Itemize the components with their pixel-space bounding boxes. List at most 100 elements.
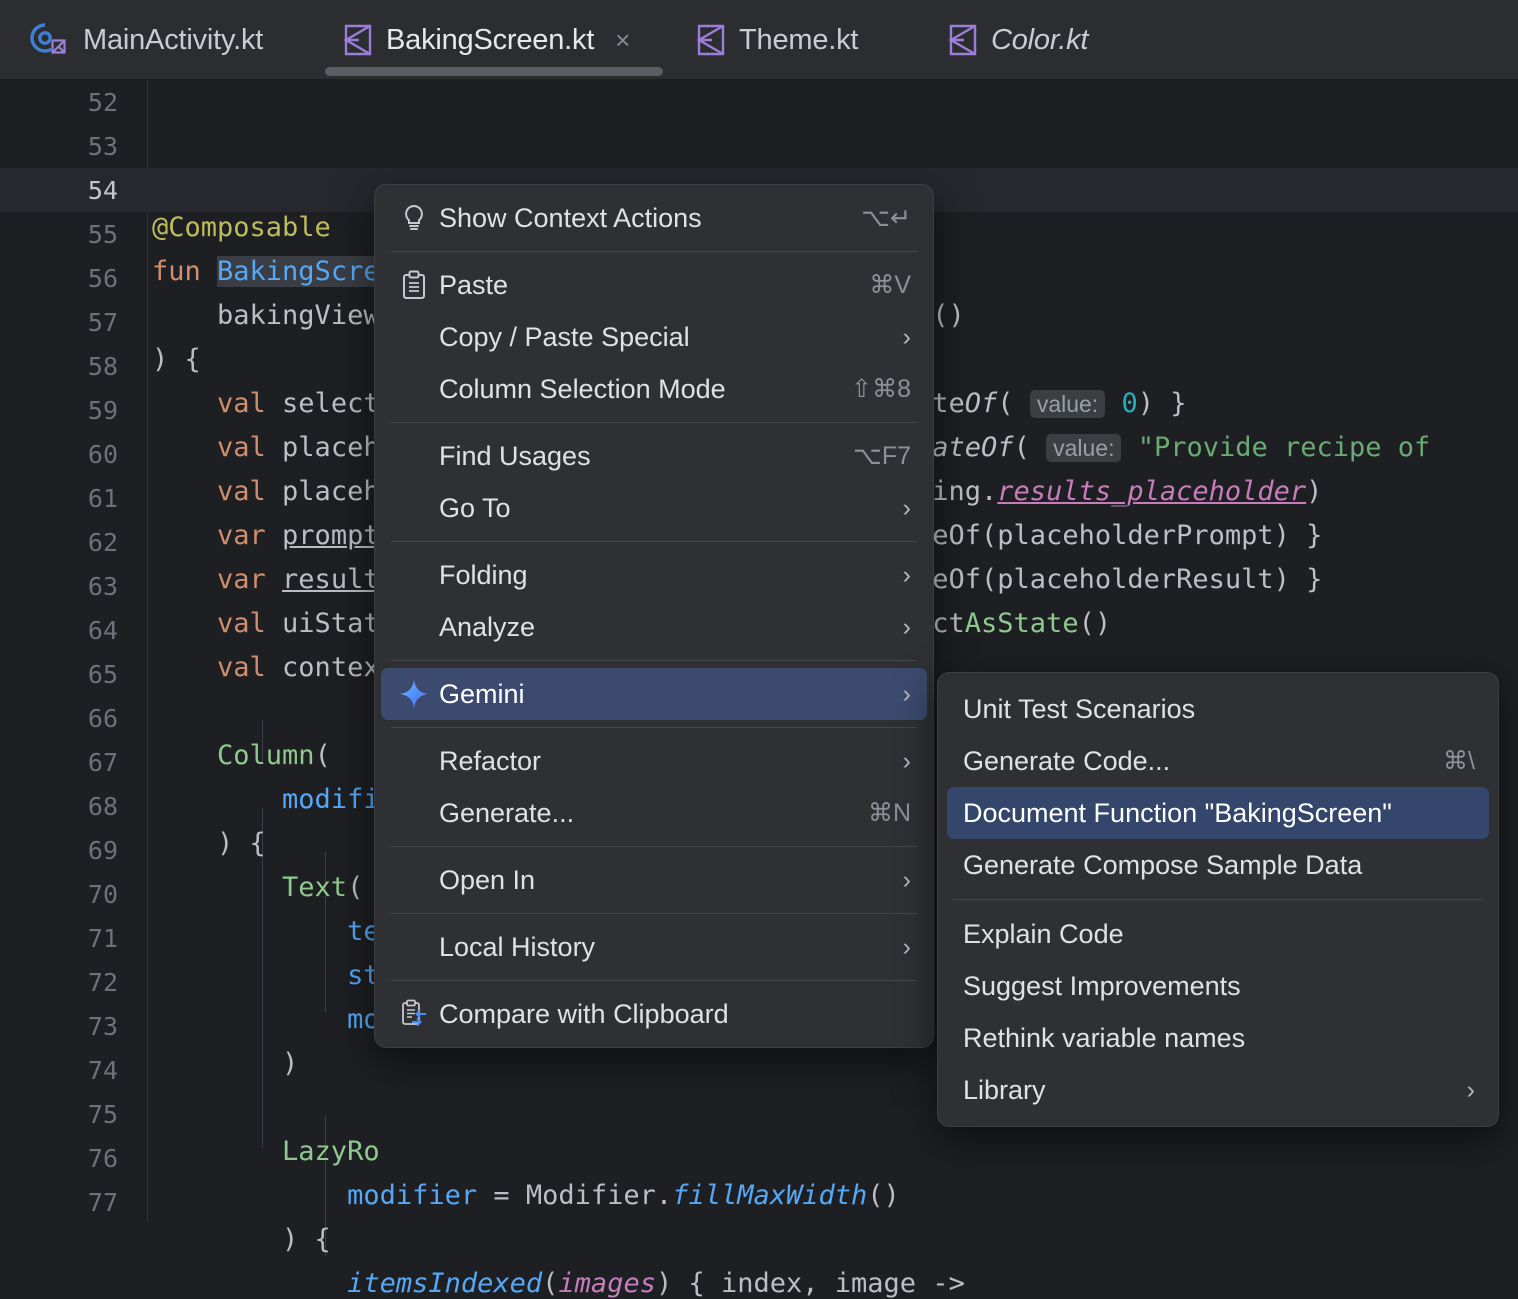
submenu-item-suggest-improvements[interactable]: Suggest Improvements	[947, 960, 1489, 1012]
code-line[interactable]: 53	[0, 124, 1518, 168]
menu-item-label: Explain Code	[963, 918, 1124, 949]
code-text-72: )	[152, 1048, 299, 1079]
menu-item-copy-paste-special[interactable]: Copy / Paste Special ›	[381, 311, 927, 363]
menu-item-compare-with-clipboard[interactable]: Compare with Clipboard	[381, 988, 927, 1040]
kotlin-file-icon	[948, 24, 978, 56]
spacer-icon	[397, 439, 431, 473]
submenu-item-rethink-variable-names[interactable]: Rethink variable names	[947, 1012, 1489, 1064]
menu-item-label: Generate Compose Sample Data	[963, 849, 1363, 880]
clipboard-icon	[397, 268, 431, 302]
code-text-56: ) {	[152, 344, 201, 375]
spacer-icon	[397, 744, 431, 778]
gemini-sparkle-icon	[397, 677, 431, 711]
menu-item-go-to[interactable]: Go To ›	[381, 482, 927, 534]
menu-item-label: Compare with Clipboard	[439, 998, 729, 1029]
menu-item-label: Rethink variable names	[963, 1022, 1246, 1053]
code-text-71: mo	[347, 1004, 380, 1035]
compare-clipboard-icon	[397, 997, 431, 1031]
menu-item-shortcut: ⌘\	[1443, 747, 1475, 775]
submenu-item-document-function[interactable]: Document Function "BakingScreen"	[947, 787, 1489, 839]
chevron-right-icon: ›	[902, 560, 911, 589]
menu-item-label: Column Selection Mode	[439, 373, 726, 404]
menu-item-label: Local History	[439, 931, 596, 962]
chevron-right-icon: ›	[902, 746, 911, 775]
gemini-submenu[interactable]: Unit Test Scenarios Generate Code... ⌘\ …	[937, 672, 1499, 1127]
menu-item-label: Show Context Actions	[439, 202, 702, 233]
kotlin-activity-icon	[30, 22, 70, 58]
menu-item-show-context-actions[interactable]: Show Context Actions ⌥↵	[381, 192, 927, 244]
spacer-icon	[397, 930, 431, 964]
menu-item-shortcut: ⌥↵	[861, 204, 911, 232]
menu-separator	[391, 846, 917, 847]
menu-item-gemini[interactable]: Gemini ›	[381, 668, 927, 720]
menu-item-shortcut: ⇧⌘8	[851, 375, 911, 403]
menu-item-label: Go To	[439, 492, 511, 523]
chevron-right-icon: ›	[1466, 1075, 1475, 1104]
tab-label: Color.kt	[991, 23, 1089, 56]
spacer-icon	[397, 320, 431, 354]
code-text-77: itemsIndexed(images) { index, image ->	[347, 1268, 965, 1299]
menu-item-label: Gemini	[439, 678, 525, 709]
chevron-right-icon: ›	[902, 493, 911, 522]
menu-item-local-history[interactable]: Local History ›	[381, 921, 927, 973]
menu-separator	[391, 727, 917, 728]
menu-separator	[391, 913, 917, 914]
menu-item-refactor[interactable]: Refactor ›	[381, 735, 927, 787]
menu-item-label: Generate...	[439, 797, 575, 828]
editor-context-menu[interactable]: Show Context Actions ⌥↵ Paste ⌘V Copy / …	[374, 184, 934, 1048]
spacer-icon	[397, 610, 431, 644]
spacer-icon	[397, 558, 431, 592]
spacer-icon	[397, 491, 431, 525]
menu-item-generate[interactable]: Generate... ⌘N	[381, 787, 927, 839]
submenu-item-explain-code[interactable]: Explain Code	[947, 908, 1489, 960]
chevron-right-icon: ›	[902, 932, 911, 961]
menu-item-label: Find Usages	[439, 440, 591, 471]
code-text-69: te	[347, 916, 380, 947]
menu-item-open-in[interactable]: Open In ›	[381, 854, 927, 906]
kotlin-file-icon	[343, 24, 373, 56]
code-text-76: ) {	[152, 1224, 331, 1255]
menu-item-analyze[interactable]: Analyze ›	[381, 601, 927, 653]
menu-item-folding[interactable]: Folding ›	[381, 549, 927, 601]
menu-item-label: Open In	[439, 864, 536, 895]
menu-separator	[391, 422, 917, 423]
editor-tab-bar: MainActivity.kt BakingScreen.kt × Theme.…	[0, 0, 1518, 80]
chevron-right-icon: ›	[902, 322, 911, 351]
code-text-75: modifier = Modifier.fillMaxWidth()	[347, 1180, 900, 1211]
menu-item-label: Paste	[439, 269, 509, 300]
menu-item-shortcut: ⌥F7	[853, 442, 911, 470]
submenu-item-library[interactable]: Library ›	[947, 1064, 1489, 1116]
kotlin-file-icon	[696, 24, 726, 56]
tab-mainactivity[interactable]: MainActivity.kt	[12, 0, 281, 80]
tab-label: MainActivity.kt	[83, 23, 264, 56]
spacer-icon	[397, 863, 431, 897]
chevron-right-icon: ›	[902, 612, 911, 641]
menu-item-label: Library	[963, 1074, 1046, 1105]
tab-label: Theme.kt	[739, 23, 859, 56]
menu-item-shortcut: ⌘N	[867, 799, 911, 827]
menu-item-label: Copy / Paste Special	[439, 321, 690, 352]
spacer-icon	[397, 796, 431, 830]
spacer-icon	[397, 372, 431, 406]
code-text-65: Column(	[152, 740, 331, 771]
code-text-67: ) {	[152, 828, 266, 859]
menu-item-label: Folding	[439, 559, 528, 590]
menu-item-shortcut: ⌘V	[869, 271, 911, 299]
menu-item-label: Document Function "BakingScreen"	[963, 797, 1392, 828]
menu-separator	[391, 980, 917, 981]
menu-separator	[391, 660, 917, 661]
menu-item-column-selection-mode[interactable]: Column Selection Mode ⇧⌘8	[381, 363, 927, 415]
menu-item-paste[interactable]: Paste ⌘V	[381, 259, 927, 311]
submenu-item-unit-test-scenarios[interactable]: Unit Test Scenarios	[947, 683, 1489, 735]
close-icon[interactable]: ×	[615, 27, 630, 53]
menu-item-find-usages[interactable]: Find Usages ⌥F7	[381, 430, 927, 482]
tab-theme[interactable]: Theme.kt	[678, 0, 876, 80]
submenu-item-generate-code[interactable]: Generate Code... ⌘\	[947, 735, 1489, 787]
submenu-item-generate-compose-sample-data[interactable]: Generate Compose Sample Data	[947, 839, 1489, 891]
tab-color[interactable]: Color.kt	[930, 0, 1106, 80]
menu-separator	[391, 251, 917, 252]
code-line[interactable]: 52	[0, 80, 1518, 124]
menu-item-label: Refactor	[439, 745, 542, 776]
menu-item-label: Analyze	[439, 611, 536, 642]
code-text-74: LazyRo	[152, 1136, 380, 1167]
